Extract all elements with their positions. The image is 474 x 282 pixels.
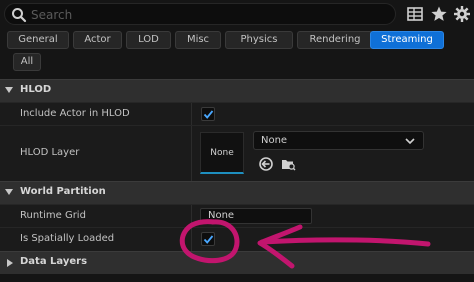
hlod-layer-row: HLOD Layer None None [0, 125, 474, 181]
hlod-section-header[interactable]: HLOD [0, 79, 474, 102]
filter-lod[interactable]: LOD [126, 31, 171, 49]
column-divider [191, 126, 192, 181]
filter-all[interactable]: All [13, 53, 41, 71]
runtime-grid-field[interactable]: None [200, 208, 312, 224]
collapse-arrow-icon [5, 189, 13, 195]
property-label: Runtime Grid [20, 210, 86, 221]
use-selected-icon[interactable] [258, 156, 274, 172]
asset-thumbnail[interactable]: None [200, 132, 244, 174]
gear-icon[interactable] [453, 5, 471, 23]
browse-folder-icon[interactable] [280, 156, 296, 172]
expand-arrow-icon [7, 259, 13, 267]
chevron-down-icon [405, 138, 415, 145]
details-panel: HLOD Include Actor in HLOD HLOD Layer No… [0, 76, 474, 282]
dropdown-value: None [261, 135, 288, 146]
property-label: Is Spatially Loaded [20, 233, 115, 244]
filter-misc[interactable]: Misc [175, 31, 221, 49]
property-label: Include Actor in HLOD [20, 108, 130, 119]
star-icon[interactable] [430, 5, 448, 23]
property-label: HLOD Layer [20, 147, 80, 158]
column-divider [191, 228, 192, 251]
section-title: HLOD [20, 84, 52, 95]
filter-actor[interactable]: Actor [73, 31, 122, 49]
column-divider [191, 103, 192, 125]
filter-general[interactable]: General [7, 31, 69, 49]
table-icon[interactable] [406, 5, 424, 23]
data-layers-section-header[interactable]: Data Layers [0, 251, 474, 274]
include-actor-checkbox[interactable] [201, 107, 215, 121]
include-actor-in-hlod-row: Include Actor in HLOD [0, 102, 474, 125]
hlod-layer-dropdown[interactable]: None [253, 131, 424, 150]
checkmark-icon [203, 235, 214, 244]
checkmark-icon [203, 110, 214, 119]
filter-physics[interactable]: Physics [225, 31, 293, 49]
search-bar[interactable] [4, 3, 396, 25]
is-spatially-loaded-checkbox[interactable] [201, 232, 215, 246]
section-title: Data Layers [20, 256, 88, 267]
collapse-arrow-icon [5, 87, 13, 93]
is-spatially-loaded-row: Is Spatially Loaded [0, 227, 474, 251]
search-input[interactable] [31, 6, 386, 23]
column-divider [191, 205, 192, 227]
filter-rendering[interactable]: Rendering [297, 31, 373, 49]
world-partition-section-header[interactable]: World Partition [0, 181, 474, 204]
search-icon [12, 8, 27, 23]
runtime-grid-row: Runtime Grid None [0, 204, 474, 227]
section-title: World Partition [20, 186, 106, 197]
filter-streaming[interactable]: Streaming [370, 31, 444, 49]
